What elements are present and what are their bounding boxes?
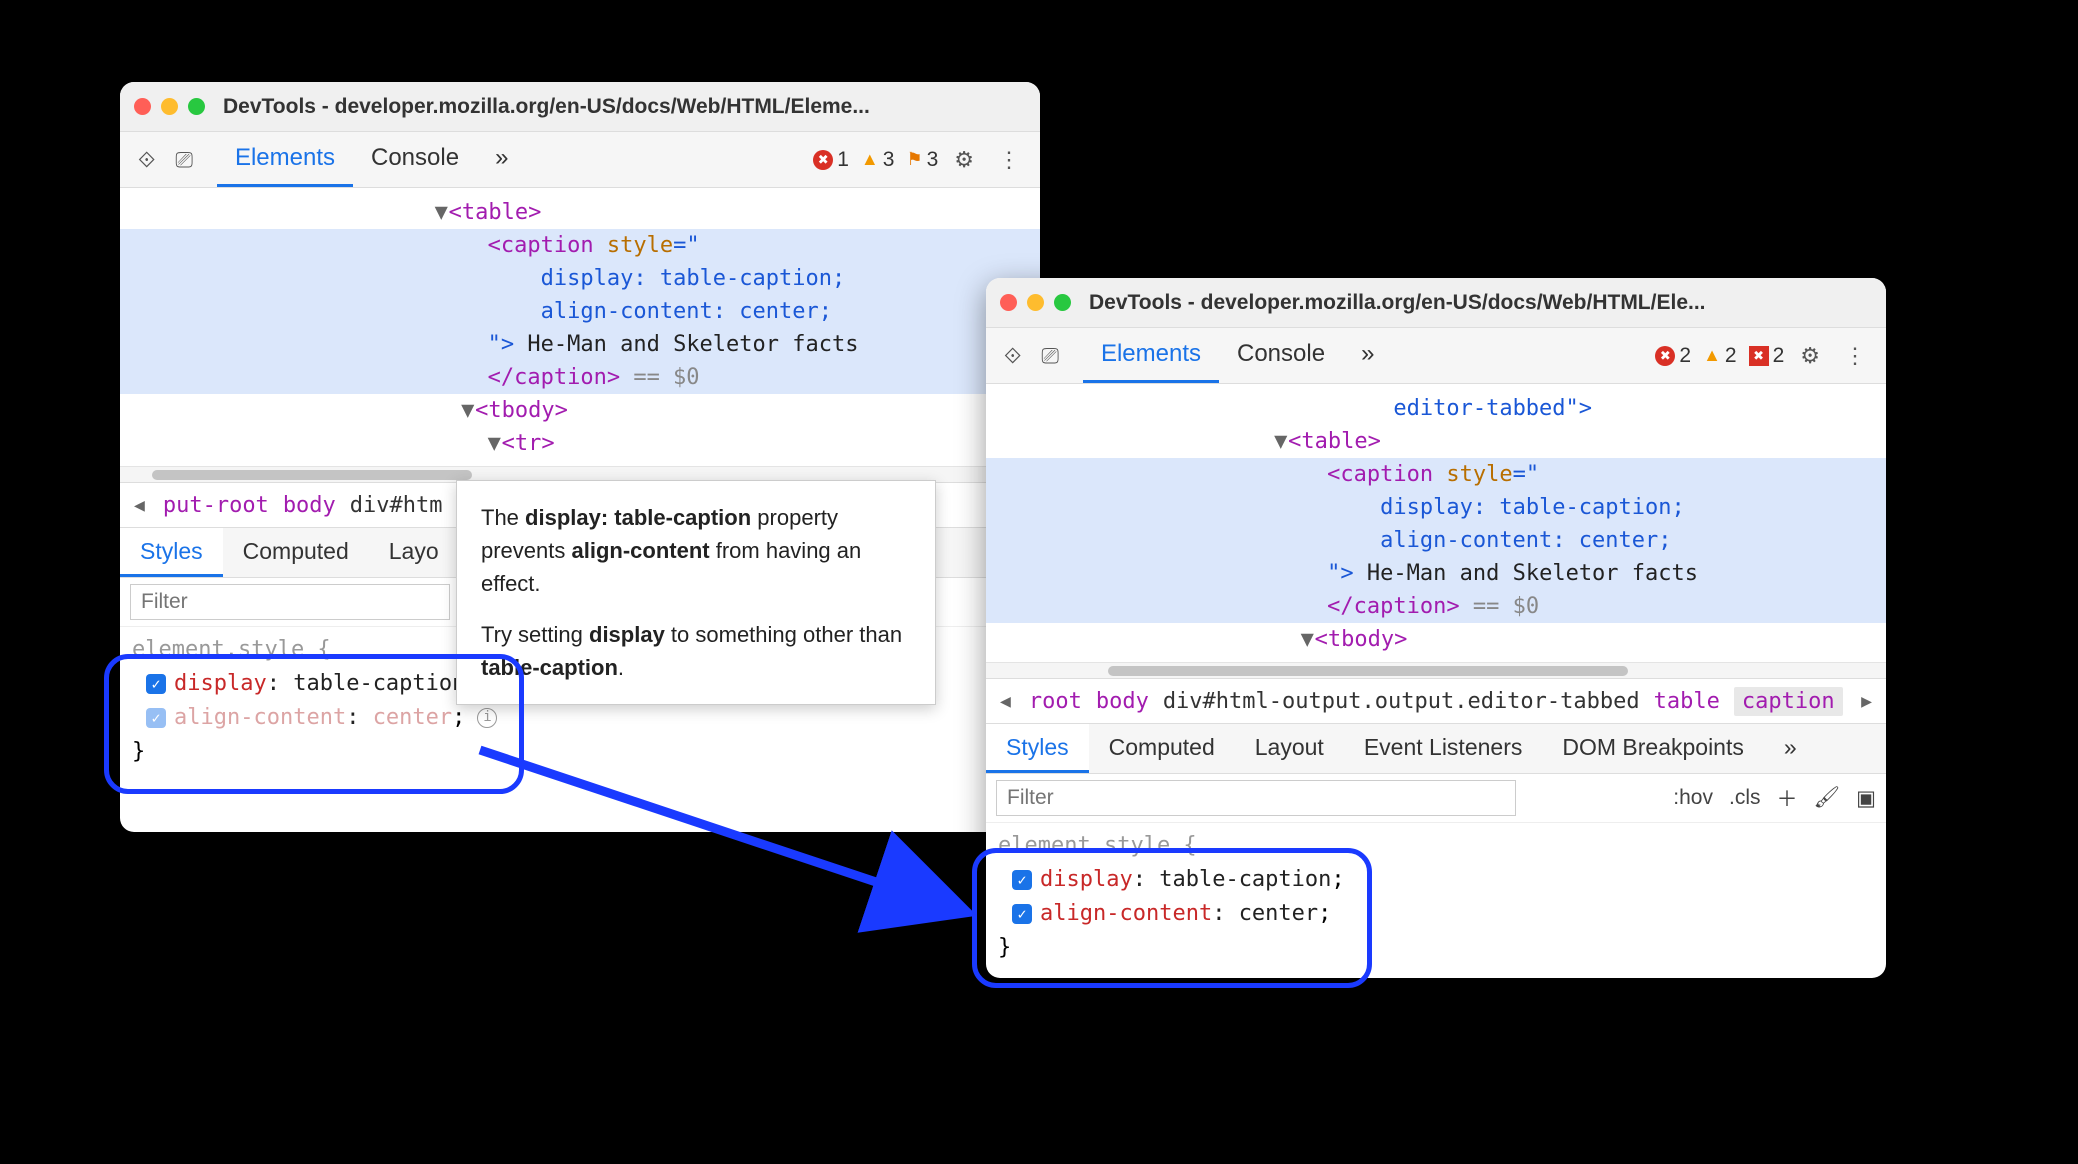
breadcrumb-item[interactable]: div#html-output.output.editor-tabbed xyxy=(1163,689,1640,714)
subtab-layout[interactable]: Layo xyxy=(369,528,459,577)
subtab-event-listeners[interactable]: Event Listeners xyxy=(1344,724,1543,773)
tab-more[interactable]: » xyxy=(477,132,526,187)
dom-scrollbar[interactable] xyxy=(986,662,1886,678)
subtab-more[interactable]: » xyxy=(1764,724,1817,773)
breadcrumb-next[interactable]: ▶ xyxy=(1857,691,1876,712)
breadcrumb-item[interactable]: put-root xyxy=(163,493,269,518)
maximize-icon[interactable] xyxy=(188,98,205,115)
devtools-window-right: DevTools - developer.mozilla.org/en-US/d… xyxy=(986,278,1886,978)
issue-count[interactable]: 3 xyxy=(906,148,938,172)
breadcrumb-item[interactable]: table xyxy=(1654,689,1720,714)
error-count[interactable]: 2 xyxy=(1655,344,1691,368)
device-icon[interactable]: ⎚ xyxy=(1035,339,1065,373)
checkbox-icon[interactable]: ✓ xyxy=(146,708,166,728)
warning-count[interactable]: 3 xyxy=(861,148,895,172)
toolbar: ⟐ ⎚ Elements Console » 1 3 3 ⚙ ⋮ xyxy=(120,132,1040,188)
property-hint-tooltip: The display: table-caption property prev… xyxy=(456,480,936,705)
minimize-icon[interactable] xyxy=(1027,294,1044,311)
selector-header: element.style { xyxy=(998,829,1874,863)
subtab-styles[interactable]: Styles xyxy=(986,724,1089,773)
tab-elements[interactable]: Elements xyxy=(217,132,353,187)
css-property-row[interactable]: ✓ display: table-caption; xyxy=(998,863,1874,897)
subtab-dom-breakpoints[interactable]: DOM Breakpoints xyxy=(1542,724,1764,773)
window-title: DevTools - developer.mozilla.org/en-US/d… xyxy=(223,95,870,119)
brace-close: } xyxy=(132,735,1028,769)
kebab-icon[interactable]: ⋮ xyxy=(1836,339,1874,373)
titlebar[interactable]: DevTools - developer.mozilla.org/en-US/d… xyxy=(120,82,1040,132)
inspect-icon[interactable]: ⟐ xyxy=(132,143,161,177)
tab-console[interactable]: Console xyxy=(1219,328,1343,383)
warning-count[interactable]: 2 xyxy=(1703,344,1737,368)
info-icon[interactable]: i xyxy=(477,708,497,728)
checkbox-icon[interactable]: ✓ xyxy=(1012,904,1032,924)
inspect-icon[interactable]: ⟐ xyxy=(998,339,1027,373)
subtab-computed[interactable]: Computed xyxy=(1089,724,1235,773)
breadcrumb-item[interactable]: body xyxy=(1096,689,1149,714)
styles-filter-input[interactable] xyxy=(130,584,450,620)
gear-icon[interactable]: ⚙ xyxy=(1792,339,1828,373)
add-rule-icon[interactable]: ＋ xyxy=(1776,783,1797,813)
device-icon[interactable]: ⎚ xyxy=(169,143,199,177)
brace-close: } xyxy=(998,931,1874,965)
tab-console[interactable]: Console xyxy=(353,132,477,187)
css-property-row-inactive[interactable]: ✓ align-content: center; i xyxy=(132,701,1028,735)
subtab-computed[interactable]: Computed xyxy=(223,528,369,577)
kebab-icon[interactable]: ⋮ xyxy=(990,143,1028,177)
styles-filter-input[interactable] xyxy=(996,780,1516,816)
breadcrumb-prev[interactable]: ◀ xyxy=(130,495,149,516)
error-count[interactable]: 1 xyxy=(813,148,849,172)
traffic-lights xyxy=(1000,294,1071,311)
checkbox-icon[interactable]: ✓ xyxy=(146,674,166,694)
styles-panel[interactable]: element.style { ✓ display: table-caption… xyxy=(986,823,1886,971)
css-property-row[interactable]: ✓ align-content: center; xyxy=(998,897,1874,931)
window-title: DevTools - developer.mozilla.org/en-US/d… xyxy=(1089,291,1706,315)
close-icon[interactable] xyxy=(1000,294,1017,311)
styles-subtabs: Styles Computed Layout Event Listeners D… xyxy=(986,724,1886,774)
breadcrumb-item-selected[interactable]: caption xyxy=(1734,687,1843,716)
panel-icon[interactable]: ▣ xyxy=(1856,786,1876,811)
toolbar: ⟐ ⎚ Elements Console » 2 2 2 ⚙ ⋮ xyxy=(986,328,1886,384)
tab-elements[interactable]: Elements xyxy=(1083,328,1219,383)
issue-count[interactable]: 2 xyxy=(1749,344,1785,368)
subtab-styles[interactable]: Styles xyxy=(120,528,223,577)
brush-icon[interactable]: 🖌 xyxy=(1813,786,1840,810)
subtab-layout[interactable]: Layout xyxy=(1235,724,1344,773)
breadcrumb-prev[interactable]: ◀ xyxy=(996,691,1015,712)
dom-tree[interactable]: ▼<table> <caption style=" display: table… xyxy=(120,188,1040,466)
breadcrumb-item[interactable]: div#htm xyxy=(350,493,443,518)
breadcrumb[interactable]: ◀ root body div#html-output.output.edito… xyxy=(986,678,1886,724)
maximize-icon[interactable] xyxy=(1054,294,1071,311)
tab-more[interactable]: » xyxy=(1343,328,1392,383)
styles-filter-bar: :hov .cls ＋ 🖌 ▣ xyxy=(986,774,1886,823)
minimize-icon[interactable] xyxy=(161,98,178,115)
checkbox-icon[interactable]: ✓ xyxy=(1012,870,1032,890)
breadcrumb-item[interactable]: root xyxy=(1029,689,1082,714)
devtools-window-left: DevTools - developer.mozilla.org/en-US/d… xyxy=(120,82,1040,832)
close-icon[interactable] xyxy=(134,98,151,115)
titlebar[interactable]: DevTools - developer.mozilla.org/en-US/d… xyxy=(986,278,1886,328)
hov-toggle[interactable]: :hov xyxy=(1673,786,1713,810)
breadcrumb-item[interactable]: body xyxy=(283,493,336,518)
dom-tree[interactable]: editor-tabbed"> ▼<table> <caption style=… xyxy=(986,384,1886,662)
traffic-lights xyxy=(134,98,205,115)
cls-toggle[interactable]: .cls xyxy=(1729,786,1761,810)
gear-icon[interactable]: ⚙ xyxy=(946,143,982,177)
